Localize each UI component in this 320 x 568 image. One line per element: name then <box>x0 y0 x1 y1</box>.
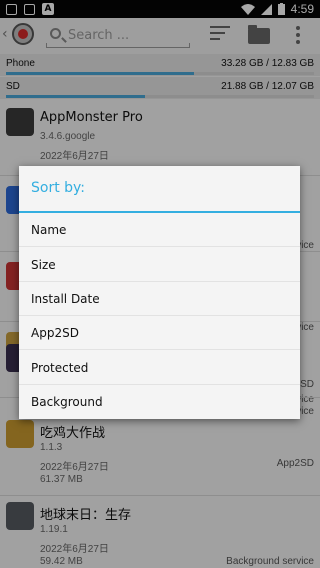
sort-option-background[interactable]: Background <box>19 385 300 419</box>
option-label: Name <box>31 223 67 237</box>
sort-dialog: Sort by: Name Size Install Date App2SD P… <box>19 166 300 419</box>
option-label: Protected <box>31 361 89 375</box>
option-label: Size <box>31 258 56 272</box>
dialog-title: Sort by: <box>31 180 86 196</box>
sort-option-app2sd[interactable]: App2SD <box>19 316 300 350</box>
option-label: App2SD <box>31 326 79 340</box>
option-label: Background <box>31 395 103 409</box>
option-label: Install Date <box>31 292 100 306</box>
sort-option-name[interactable]: Name <box>19 213 300 247</box>
sort-option-protected[interactable]: Protected <box>19 351 300 385</box>
sort-option-size[interactable]: Size <box>19 248 300 282</box>
sort-option-install-date[interactable]: Install Date <box>19 282 300 316</box>
